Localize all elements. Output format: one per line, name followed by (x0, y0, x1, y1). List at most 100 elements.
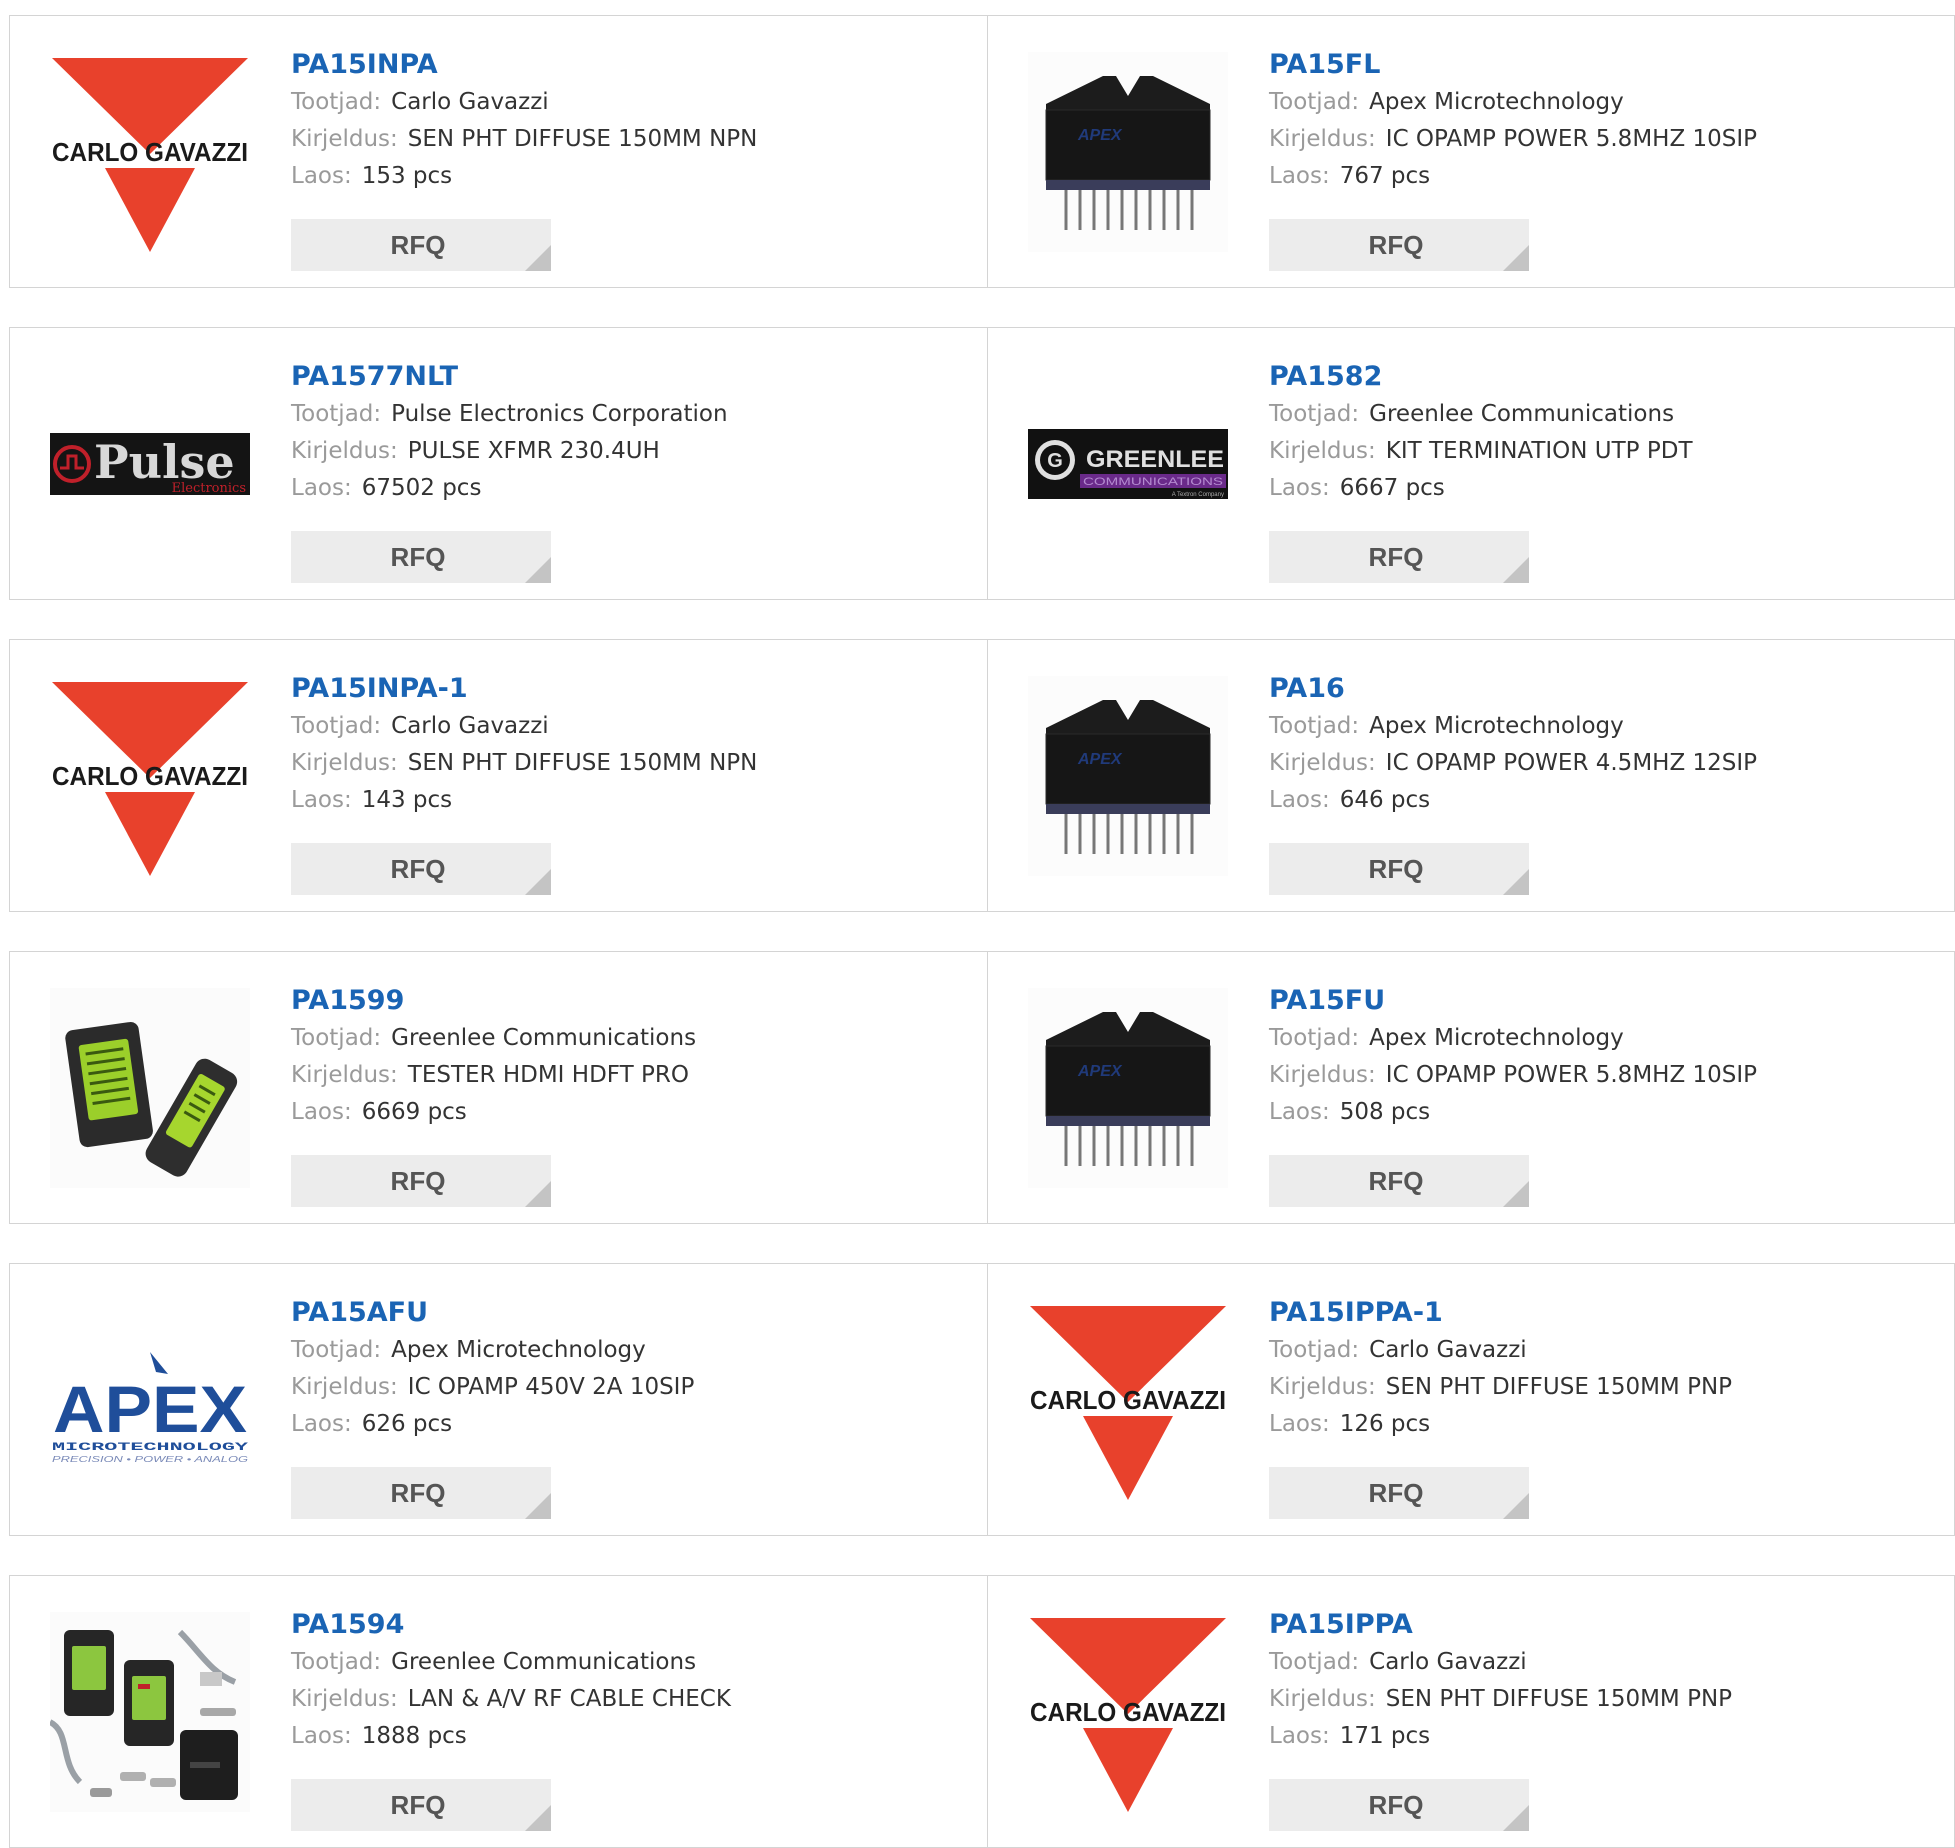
part-number-link[interactable]: PA1594 (291, 1606, 951, 1644)
corner-fold-icon (525, 1493, 551, 1519)
manufacturer-label: Tootjad: (1269, 1337, 1360, 1363)
product-card: APEX PA15FU Tootjad: Apex Microtechnology K… (988, 952, 1955, 1223)
part-number-link[interactable]: PA15IPPA (1269, 1606, 1929, 1644)
description-label: Kirjeldus: (1269, 1374, 1376, 1400)
description-value: KIT TERMINATION UTP PDT (1385, 438, 1693, 464)
cable-tester-kit-image (50, 1612, 250, 1812)
stock-value: 626 pcs (361, 1411, 453, 1437)
product-thumbnail[interactable]: APEX (1028, 988, 1228, 1188)
product-card: CARLO GAVAZZI PA15INPA-1 Tootjad: Carlo Ga… (10, 640, 987, 911)
stock-value: 767 pcs (1339, 163, 1431, 189)
stock-line: Laos: 143 pcs (291, 782, 951, 819)
product-info: PA1577NLT Tootjad: Pulse Electronics Corpo… (291, 358, 951, 507)
carlo-gavazzi-logo: CARLO GAVAZZI (52, 58, 248, 252)
part-number-link[interactable]: PA15AFU (291, 1294, 951, 1332)
part-number-link[interactable]: PA15IPPA-1 (1269, 1294, 1929, 1332)
apex-microtechnology-logo: APEX MICROTECHNOLOGY PRECISION • POWER •… (52, 1352, 249, 1464)
product-card: CARLO GAVAZZI PA15INPA Tootjad: Carlo Gava… (10, 16, 987, 287)
svg-text:COMMUNICATIONS: COMMUNICATIONS (1083, 476, 1223, 488)
description-label: Kirjeldus: (291, 1374, 398, 1400)
description-line: Kirjeldus: PULSE XFMR 230.4UH (291, 433, 951, 470)
product-thumbnail[interactable]: G GREENLEE COMMUNICATIONS A Textron Comp… (1028, 364, 1228, 564)
part-number-link[interactable]: PA15FL (1269, 46, 1929, 84)
sip-chip-image: APEX (1028, 676, 1228, 876)
manufacturer-label: Tootjad: (1269, 1649, 1360, 1675)
rfq-button[interactable]: RFQ (1269, 1155, 1529, 1207)
product-thumbnail[interactable]: CARLO GAVAZZI (50, 52, 250, 252)
stock-value: 126 pcs (1339, 1411, 1431, 1437)
product-thumbnail[interactable]: Pulse Electronics (50, 364, 250, 564)
manufacturer-label: Tootjad: (291, 89, 382, 115)
product-thumbnail[interactable]: CARLO GAVAZZI (1028, 1612, 1228, 1812)
product-thumbnail[interactable]: APEX (1028, 676, 1228, 876)
rfq-button[interactable]: RFQ (291, 219, 551, 271)
product-grid: CARLO GAVAZZI PA15INPA Tootjad: Carlo Gava… (0, 0, 1955, 1848)
stock-label: Laos: (1269, 787, 1330, 813)
product-info: PA15INPA-1 Tootjad: Carlo Gavazzi Kirjeldus… (291, 670, 951, 819)
rfq-button[interactable]: RFQ (1269, 531, 1529, 583)
stock-value: 143 pcs (361, 787, 453, 813)
part-number-link[interactable]: PA1577NLT (291, 358, 951, 396)
description-line: Kirjeldus: TESTER HDMI HDFT PRO (291, 1057, 951, 1094)
product-thumbnail[interactable] (50, 1612, 250, 1812)
manufacturer-line: Tootjad: Carlo Gavazzi (1269, 1332, 1929, 1369)
corner-fold-icon (1503, 1805, 1529, 1831)
rfq-button[interactable]: RFQ (1269, 219, 1529, 271)
corner-fold-icon (1503, 245, 1529, 271)
manufacturer-value: Apex Microtechnology (391, 1337, 646, 1363)
stock-value: 6667 pcs (1339, 475, 1445, 501)
manufacturer-label: Tootjad: (291, 1649, 382, 1675)
rfq-button[interactable]: RFQ (291, 843, 551, 895)
product-thumbnail[interactable]: APEX MICROTECHNOLOGY PRECISION • POWER •… (50, 1300, 250, 1500)
rfq-button[interactable]: RFQ (291, 1467, 551, 1519)
rfq-button[interactable]: RFQ (1269, 1467, 1529, 1519)
manufacturer-label: Tootjad: (291, 1025, 382, 1051)
part-number-link[interactable]: PA15FU (1269, 982, 1929, 1020)
part-number-link[interactable]: PA1582 (1269, 358, 1929, 396)
rfq-button[interactable]: RFQ (291, 1155, 551, 1207)
rfq-button[interactable]: RFQ (291, 531, 551, 583)
description-line: Kirjeldus: SEN PHT DIFFUSE 150MM NPN (291, 745, 951, 782)
product-thumbnail[interactable]: CARLO GAVAZZI (1028, 1300, 1228, 1500)
corner-fold-icon (525, 1805, 551, 1831)
sip-chip-image: APEX (1028, 52, 1228, 252)
rfq-label: RFQ (390, 854, 446, 884)
description-line: Kirjeldus: IC OPAMP 450V 2A 10SIP (291, 1369, 951, 1406)
description-value: TESTER HDMI HDFT PRO (407, 1062, 689, 1088)
product-card: APEX PA16 Tootjad: Apex Microtechnology Kir… (988, 640, 1955, 911)
manufacturer-label: Tootjad: (1269, 1025, 1360, 1051)
product-card: G GREENLEE COMMUNICATIONS A Textron Comp… (988, 328, 1955, 599)
description-label: Kirjeldus: (291, 750, 398, 776)
product-thumbnail[interactable]: APEX (1028, 52, 1228, 252)
stock-value: 508 pcs (1339, 1099, 1431, 1125)
stock-line: Laos: 67502 pcs (291, 470, 951, 507)
manufacturer-line: Tootjad: Apex Microtechnology (1269, 84, 1929, 121)
stock-line: Laos: 6667 pcs (1269, 470, 1929, 507)
product-info: PA15FU Tootjad: Apex Microtechnology Kirjel… (1269, 982, 1929, 1131)
description-label: Kirjeldus: (1269, 438, 1376, 464)
stock-line: Laos: 646 pcs (1269, 782, 1929, 819)
manufacturer-line: Tootjad: Greenlee Communications (291, 1020, 951, 1057)
part-number-link[interactable]: PA16 (1269, 670, 1929, 708)
svg-text:CARLO GAVAZZI: CARLO GAVAZZI (1030, 1385, 1226, 1415)
manufacturer-value: Greenlee Communications (391, 1649, 697, 1675)
product-thumbnail[interactable]: CARLO GAVAZZI (50, 676, 250, 876)
part-number-link[interactable]: PA1599 (291, 982, 951, 1020)
stock-value: 6669 pcs (361, 1099, 467, 1125)
description-value: IC OPAMP POWER 4.5MHZ 12SIP (1385, 750, 1758, 776)
rfq-label: RFQ (390, 1790, 446, 1820)
description-line: Kirjeldus: SEN PHT DIFFUSE 150MM PNP (1269, 1681, 1929, 1718)
part-number-link[interactable]: PA15INPA-1 (291, 670, 951, 708)
description-label: Kirjeldus: (1269, 1062, 1376, 1088)
rfq-button[interactable]: RFQ (291, 1779, 551, 1831)
stock-value: 1888 pcs (361, 1723, 467, 1749)
rfq-button[interactable]: RFQ (1269, 843, 1529, 895)
corner-fold-icon (1503, 869, 1529, 895)
description-line: Kirjeldus: IC OPAMP POWER 5.8MHZ 10SIP (1269, 121, 1929, 158)
product-card: APEX PA15FL Tootjad: Apex Microtechnology K… (988, 16, 1955, 287)
part-number-link[interactable]: PA15INPA (291, 46, 951, 84)
manufacturer-line: Tootjad: Greenlee Communications (291, 1644, 951, 1681)
product-thumbnail[interactable] (50, 988, 250, 1188)
rfq-button[interactable]: RFQ (1269, 1779, 1529, 1831)
manufacturer-value: Carlo Gavazzi (1369, 1649, 1527, 1675)
